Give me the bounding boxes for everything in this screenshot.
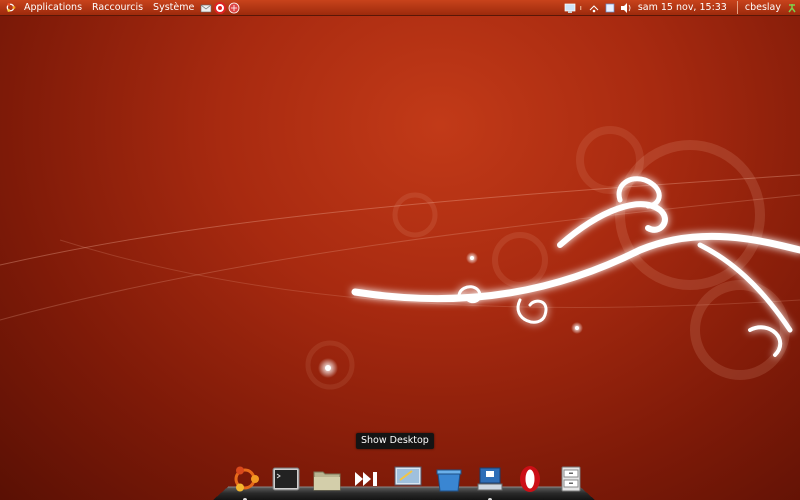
applications-menu[interactable]: Applications	[19, 0, 87, 15]
top-panel: Applications Raccourcis Système sam 15 n…	[0, 0, 800, 16]
network-computer-icon	[477, 467, 502, 491]
opera-icon	[520, 466, 541, 492]
network-connection-icon[interactable]	[588, 2, 600, 14]
dock-item-media-player[interactable]	[350, 462, 384, 496]
desktop-wallpaper	[0, 0, 800, 500]
network-monitor-icon[interactable]	[564, 2, 576, 14]
places-menu[interactable]: Raccourcis	[87, 0, 148, 15]
panel-separator	[736, 1, 738, 14]
dock-item-terminal[interactable]	[269, 462, 303, 496]
logout-icon[interactable]	[786, 2, 798, 14]
browser-launcher-icon[interactable]	[228, 2, 240, 14]
show-desktop-icon	[394, 466, 422, 486]
email-launcher-icon[interactable]	[200, 2, 212, 14]
main-menu-bar: Applications Raccourcis Système	[0, 0, 241, 15]
dock-item-package-manager[interactable]	[432, 462, 466, 496]
ubuntu-logo-icon	[234, 466, 259, 492]
folder-icon	[313, 471, 340, 491]
blue-box-icon	[436, 469, 462, 492]
file-cabinet-icon	[561, 466, 581, 492]
dock-item-opera-browser[interactable]	[513, 462, 547, 496]
dock-item-file-manager[interactable]	[310, 462, 344, 496]
user-switcher[interactable]: cbeslay	[745, 2, 781, 13]
terminal-icon	[272, 467, 300, 491]
dock	[228, 456, 588, 500]
skip-forward-icon	[355, 472, 378, 486]
help-launcher-icon[interactable]	[214, 1, 227, 14]
system-menu[interactable]: Système	[148, 0, 199, 15]
ubuntu-logo-icon[interactable]	[5, 2, 16, 13]
dock-item-ubuntu-menu[interactable]	[228, 462, 262, 500]
system-tray: sam 15 nov, 15:33 cbeslay	[562, 0, 800, 15]
dock-tooltip: Show Desktop	[356, 433, 434, 449]
volume-icon[interactable]	[620, 2, 632, 14]
wallpaper-swirls	[0, 126, 800, 390]
dock-item-show-desktop[interactable]	[391, 462, 425, 496]
clock[interactable]: sam 15 nov, 15:33	[638, 2, 727, 13]
dock-item-network-manager[interactable]	[473, 462, 507, 500]
dock-item-archive-manager[interactable]	[554, 462, 588, 496]
tray-handle-icon	[579, 5, 582, 10]
update-notifier-icon[interactable]	[604, 2, 616, 14]
